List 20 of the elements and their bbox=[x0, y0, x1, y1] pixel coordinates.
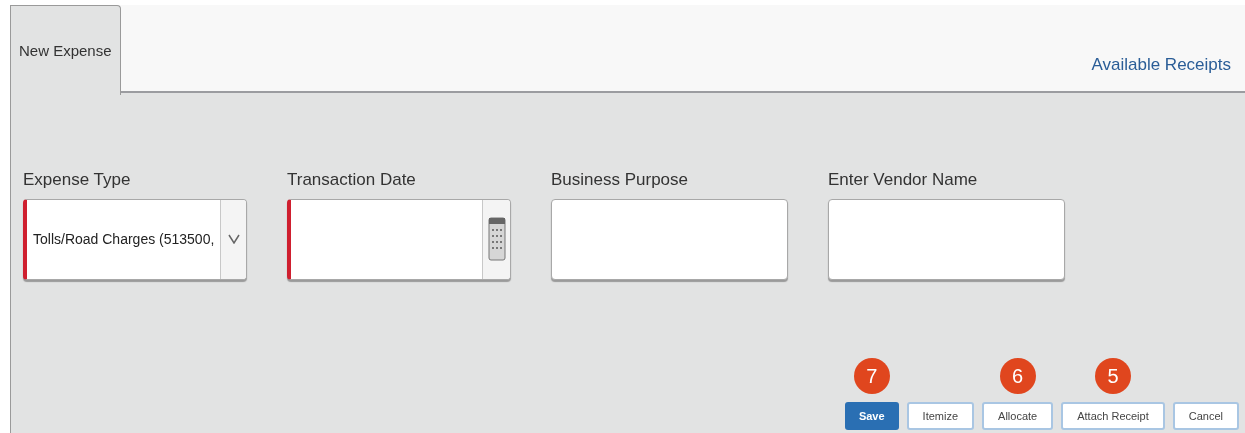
action-button[interactable]: Attach Receipt bbox=[1061, 402, 1165, 430]
expense-type-dropdown[interactable]: Tolls/Road Charges (513500, bbox=[23, 198, 247, 280]
action-button[interactable]: Save bbox=[844, 402, 899, 430]
input-field[interactable] bbox=[551, 198, 788, 280]
step-number-badge: 5 bbox=[1094, 358, 1131, 394]
step-number-badge: 7 bbox=[853, 358, 890, 394]
field-label: Enter Vendor Name bbox=[828, 169, 979, 191]
field-label: Business Purpose bbox=[551, 169, 690, 191]
chevron-down-icon bbox=[227, 234, 240, 244]
step-number-badge: 6 bbox=[999, 358, 1036, 394]
field-label: Transaction Date bbox=[287, 169, 417, 191]
input-field[interactable] bbox=[828, 198, 1065, 280]
available-receipts-link[interactable]: Available Receipts bbox=[1091, 51, 1231, 77]
tab[interactable]: New Expense bbox=[11, 5, 121, 95]
field-label: Expense Type bbox=[23, 169, 132, 191]
action-button[interactable]: Cancel bbox=[1172, 402, 1239, 430]
action-button[interactable]: Itemize bbox=[906, 402, 975, 430]
date-field[interactable] bbox=[287, 198, 511, 280]
calendar-icon[interactable] bbox=[487, 217, 506, 261]
action-button[interactable]: Allocate bbox=[982, 402, 1054, 430]
